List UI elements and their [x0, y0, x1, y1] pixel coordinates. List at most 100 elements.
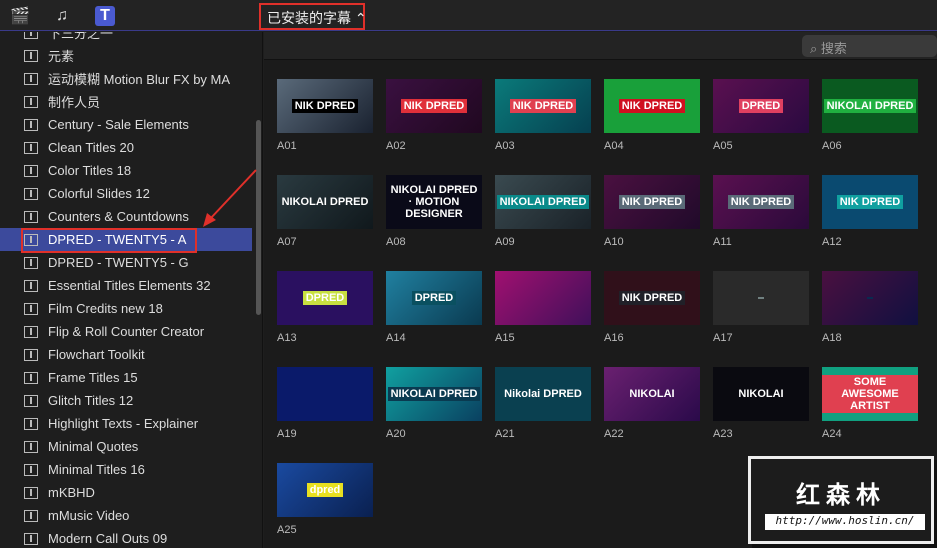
title-thumbnail[interactable]	[495, 271, 591, 325]
title-thumbnail[interactable]: NIK DPRED	[277, 79, 373, 133]
thumbnail-label: A09	[495, 236, 515, 248]
sidebar-item-label: Clean Titles 20	[48, 140, 134, 155]
title-thumbnail[interactable]: NIK DPRED	[713, 175, 809, 229]
title-thumbnail[interactable]: NIK DPRED	[386, 79, 482, 133]
title-thumbnail[interactable]: DPRED	[713, 79, 809, 133]
thumbnail-label: A20	[386, 428, 406, 440]
sidebar-item[interactable]: Essential Titles Elements 32	[0, 274, 252, 297]
title-thumbnail[interactable]: NIK DPRED	[604, 271, 700, 325]
title-thumbnail[interactable]: NIKOLAI DPRED	[277, 175, 373, 229]
sidebar-item[interactable]: 制作人员	[0, 90, 252, 113]
thumbnail-label: A22	[604, 428, 624, 440]
thumbnail-text: NIK DPRED	[618, 99, 686, 113]
title-icon	[24, 164, 38, 177]
sidebar-item[interactable]: mMusic Video	[0, 504, 252, 527]
title-thumbnail[interactable]: dpred	[277, 463, 373, 517]
thumbnail-label: A07	[277, 236, 297, 248]
thumbnail-text: dpred	[306, 483, 344, 497]
title-thumbnail[interactable]	[713, 271, 809, 325]
title-thumbnail[interactable]: NIKOLAI DPRED	[386, 367, 482, 421]
title-thumbnail[interactable]: NIKOLAI	[604, 367, 700, 421]
sidebar-item[interactable]: Colorful Slides 12	[0, 182, 252, 205]
title-thumbnail[interactable]	[277, 367, 373, 421]
sidebar-item-label: 元素	[48, 49, 75, 64]
sidebar-item-label: Essential Titles Elements 32	[48, 278, 211, 293]
title-thumbnail[interactable]: DPRED	[386, 271, 482, 325]
sidebar-item[interactable]: mKBHD	[0, 481, 252, 504]
sidebar-item-label: Film Credits new 18	[48, 301, 163, 316]
thumbnail-text: SOME AWESOME ARTIST	[822, 375, 918, 413]
sidebar-item[interactable]: Minimal Quotes	[0, 435, 252, 458]
title-thumbnail[interactable]: Nikolai DPRED	[495, 367, 591, 421]
thumbnail-text: NIK DPRED	[400, 99, 468, 113]
thumbnail-label: A08	[386, 236, 406, 248]
thumbnail-text	[758, 297, 764, 299]
title-thumbnail[interactable]: DPRED	[277, 271, 373, 325]
thumbnail-label: A19	[277, 428, 297, 440]
titles-icon[interactable]: T	[95, 6, 115, 26]
title-thumbnail[interactable]: NIKOLAI DPRED · MOTION DESIGNER	[386, 175, 482, 229]
sidebar: 下三分之一元素运动模糊 Motion Blur FX by MA 制作人员 Cent…	[0, 32, 263, 548]
sidebar-item[interactable]: Color Titles 18	[0, 159, 252, 182]
thumbnail-label: A05	[713, 140, 733, 152]
search-icon: ⌕	[810, 41, 821, 56]
sidebar-item[interactable]: Flip & Roll Counter Creator	[0, 320, 252, 343]
sidebar-item-label: Modern Call Outs 09	[48, 531, 168, 546]
title-icon	[24, 49, 38, 62]
sidebar-item[interactable]: 下三分之一	[0, 32, 252, 44]
thumbnail-text: NIK DPRED	[291, 99, 359, 113]
search-input[interactable]: ⌕ 搜索	[802, 35, 937, 57]
sidebar-item-label: Minimal Quotes	[48, 439, 139, 454]
sidebar-item[interactable]: Modern Call Outs 09	[0, 527, 252, 548]
thumbnail-text: NIKOLAI DPRED	[496, 195, 590, 209]
sidebar-item[interactable]: Film Credits new 18	[0, 297, 252, 320]
title-icon	[24, 95, 38, 108]
thumbnail-text	[540, 297, 546, 299]
thumbnail-text: NIKOLAI DPRED	[387, 387, 481, 401]
title-icon	[24, 348, 38, 361]
title-thumbnail[interactable]	[822, 271, 918, 325]
sidebar-item[interactable]: Minimal Titles 16	[0, 458, 252, 481]
sidebar-item[interactable]: Counters & Countdowns	[0, 205, 252, 228]
clapper-icon[interactable]: 🎬	[10, 6, 30, 26]
sidebar-item[interactable]: Glitch Titles 12	[0, 389, 252, 412]
title-icon	[24, 440, 38, 453]
sidebar-item[interactable]: Highlight Texts - Explainer	[0, 412, 252, 435]
sidebar-item[interactable]: Clean Titles 20	[0, 136, 252, 159]
selection-highlight-box	[21, 228, 197, 253]
title-thumbnail[interactable]: NIK DPRED	[495, 79, 591, 133]
title-icon	[24, 256, 38, 269]
sidebar-item[interactable]: 元素	[0, 44, 252, 67]
sidebar-item[interactable]: Frame Titles 15	[0, 366, 252, 389]
sidebar-item[interactable]: 运动模糊 Motion Blur FX by MA	[0, 67, 252, 90]
thumbnail-label: A06	[822, 140, 842, 152]
thumbnail-label: A18	[822, 332, 842, 344]
sidebar-item-label: Flowchart Toolkit	[48, 347, 145, 362]
thumbnail-label: A01	[277, 140, 297, 152]
title-icon	[24, 325, 38, 338]
sidebar-item[interactable]: Century - Sale Elements	[0, 113, 252, 136]
sidebar-item-label: Minimal Titles 16	[48, 462, 145, 477]
thumbnail-label: A14	[386, 332, 406, 344]
title-thumbnail[interactable]: NIK DPRED	[604, 79, 700, 133]
thumbnail-label: A13	[277, 332, 297, 344]
sidebar-item[interactable]: DPRED - TWENTY5 - G	[0, 251, 252, 274]
title-icon	[24, 486, 38, 499]
sidebar-item-label: Frame Titles 15	[48, 370, 138, 385]
title-thumbnail[interactable]: NIKOLAI	[713, 367, 809, 421]
thumbnail-text: NIKOLAI DPRED	[823, 99, 917, 113]
title-thumbnail[interactable]: SOME AWESOME ARTIST	[822, 367, 918, 421]
sidebar-scrollbar[interactable]	[256, 120, 261, 315]
search-row: ⌕ 搜索	[264, 32, 937, 60]
title-thumbnail[interactable]: NIKOLAI DPRED	[822, 79, 918, 133]
title-thumbnail[interactable]: NIKOLAI DPRED	[495, 175, 591, 229]
thumbnail-text	[322, 393, 328, 395]
title-icon	[24, 417, 38, 430]
thumbnail-label: A25	[277, 524, 297, 536]
thumbnail-text: NIK DPRED	[727, 195, 795, 209]
title-category-dropdown[interactable]: 已安装的字幕 ⌃	[259, 3, 367, 30]
sidebar-item[interactable]: Flowchart Toolkit	[0, 343, 252, 366]
title-thumbnail[interactable]: NIK DPRED	[822, 175, 918, 229]
title-thumbnail[interactable]: NIK DPRED	[604, 175, 700, 229]
music-icon[interactable]: ♫	[52, 6, 72, 26]
